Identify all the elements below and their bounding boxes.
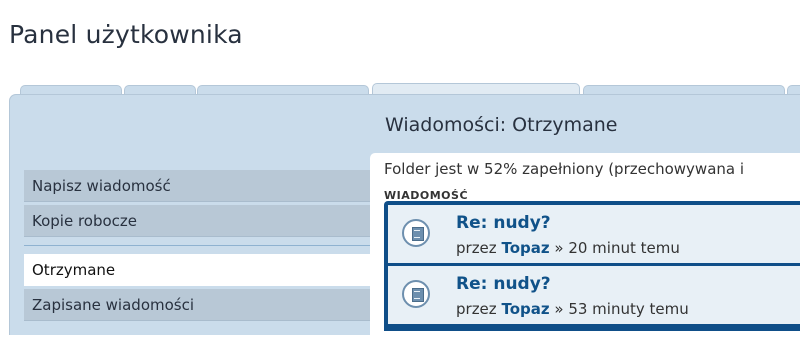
message-time: » 20 minut temu <box>554 239 680 257</box>
message-read-icon <box>402 219 430 247</box>
panel-title: Wiadomości: Otrzymane <box>385 114 618 136</box>
menu-item-drafts[interactable]: Kopie robocze <box>24 205 370 237</box>
message-meta: przez Topaz » 53 minuty temu <box>456 300 689 318</box>
message-title-link[interactable]: Re: nudy? <box>456 274 551 294</box>
message-row[interactable]: Re: nudy? przez Topaz » 20 minut temu <box>388 205 800 263</box>
menu-item-saved[interactable]: Zapisane wiadomości <box>24 289 370 321</box>
menu-divider <box>24 245 370 246</box>
message-author-link[interactable]: Topaz <box>501 300 549 318</box>
message-by-label: przez <box>456 239 497 257</box>
message-row[interactable]: Re: nudy? przez Topaz » 53 minuty temu <box>388 266 800 324</box>
message-title-link[interactable]: Re: nudy? <box>456 213 551 233</box>
message-meta: przez Topaz » 20 minut temu <box>456 239 680 257</box>
page-title: Panel użytkownika <box>9 20 243 49</box>
menu-item-inbox[interactable]: Otrzymane <box>24 254 370 286</box>
message-read-icon <box>402 280 430 308</box>
message-by-label: przez <box>456 300 497 318</box>
message-time: » 53 minuty temu <box>554 300 689 318</box>
menu-item-compose[interactable]: Napisz wiadomość <box>24 170 370 202</box>
folder-usage-text: Folder jest w 52% zapełniony (przechowyw… <box>384 160 745 178</box>
message-author-link[interactable]: Topaz <box>501 239 549 257</box>
